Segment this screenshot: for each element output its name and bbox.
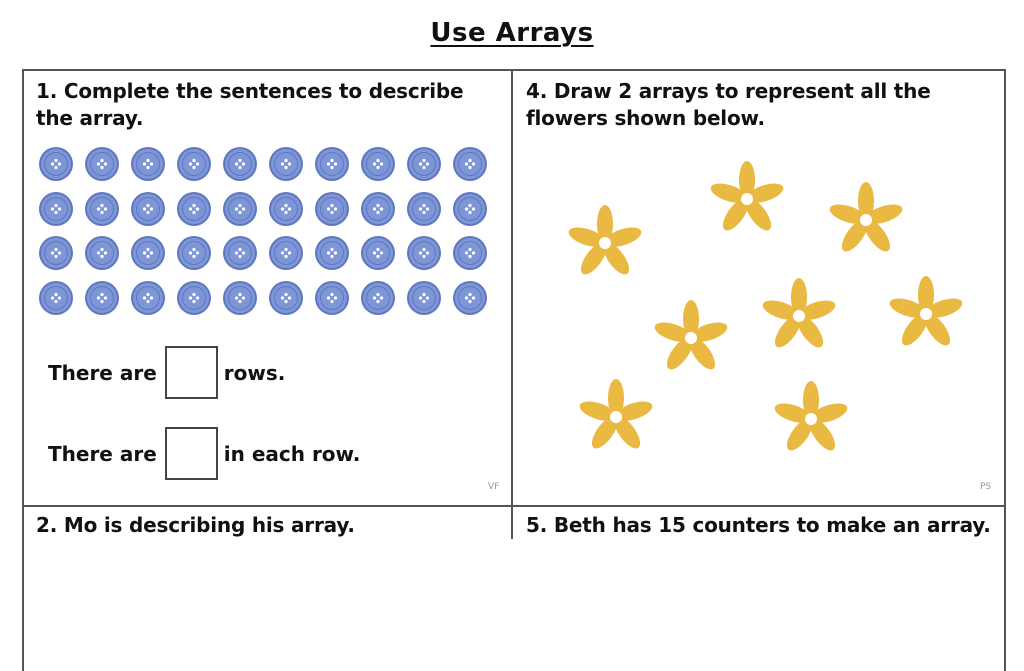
sentence-rows-prefix: There are xyxy=(48,360,157,385)
blue-button-icon xyxy=(268,280,304,316)
blue-button-icon xyxy=(360,235,396,271)
yellow-flower-icon xyxy=(565,203,645,283)
question-1-code: VF xyxy=(488,482,500,492)
sentence-rows-suffix: rows. xyxy=(223,360,286,385)
blue-button-icon xyxy=(360,146,396,182)
blue-button-icon xyxy=(360,280,396,316)
blue-button-icon xyxy=(130,280,166,316)
blue-button-icon xyxy=(130,146,166,182)
blue-button-icon xyxy=(314,280,350,316)
sentence-columns: There are in each row. xyxy=(48,427,360,480)
blue-button-icon xyxy=(268,235,304,271)
blue-button-icon xyxy=(314,146,350,182)
blue-button-icon xyxy=(406,146,442,182)
blue-button-icon xyxy=(84,235,120,271)
blue-button-icon xyxy=(38,235,74,271)
yellow-flower-icon xyxy=(759,276,839,356)
blue-button-icon xyxy=(222,280,258,316)
blue-button-icon xyxy=(360,191,396,227)
yellow-flower-icon xyxy=(651,298,731,378)
question-1-prompt: 1. Complete the sentences to describe th… xyxy=(36,79,464,130)
sentence-columns-prefix: There are xyxy=(48,441,157,466)
blue-button-icon xyxy=(130,191,166,227)
blue-button-icon xyxy=(176,146,212,182)
per-row-answer-box[interactable] xyxy=(164,427,218,480)
blue-button-icon xyxy=(176,280,212,316)
yellow-flower-icon xyxy=(707,159,787,239)
blue-button-icon xyxy=(38,191,74,227)
blue-button-icon xyxy=(406,191,442,227)
grid-divider-horizontal xyxy=(22,505,1004,507)
blue-button-icon xyxy=(452,280,488,316)
worksheet-title: Use Arrays xyxy=(430,18,594,48)
blue-button-icon xyxy=(452,191,488,227)
blue-button-icon xyxy=(268,191,304,227)
blue-button-icon xyxy=(406,235,442,271)
sentence-columns-suffix: in each row. xyxy=(223,441,361,466)
yellow-flower-icon xyxy=(576,377,656,457)
question-4-code: PS xyxy=(980,482,992,492)
blue-button-icon xyxy=(84,191,120,227)
rows-answer-box[interactable] xyxy=(164,346,218,399)
sentence-rows: There are rows. xyxy=(48,346,285,399)
yellow-flower-icon xyxy=(826,180,906,260)
blue-button-icon xyxy=(222,235,258,271)
blue-button-icon xyxy=(130,235,166,271)
yellow-flower-icon xyxy=(886,274,966,354)
blue-button-icon xyxy=(406,280,442,316)
blue-button-icon xyxy=(222,191,258,227)
blue-button-icon xyxy=(314,235,350,271)
blue-button-icon xyxy=(314,191,350,227)
blue-button-icon xyxy=(452,146,488,182)
blue-button-icon xyxy=(222,146,258,182)
question-4-prompt: 4. Draw 2 arrays to represent all the fl… xyxy=(526,79,931,130)
yellow-flower-icon xyxy=(771,379,851,459)
blue-button-icon xyxy=(84,146,120,182)
blue-button-icon xyxy=(452,235,488,271)
blue-button-icon xyxy=(176,235,212,271)
blue-button-icon xyxy=(38,146,74,182)
blue-button-icon xyxy=(84,280,120,316)
blue-button-icon xyxy=(268,146,304,182)
blue-button-icon xyxy=(176,191,212,227)
blue-button-icon xyxy=(38,280,74,316)
grid-divider-vertical xyxy=(511,69,513,539)
